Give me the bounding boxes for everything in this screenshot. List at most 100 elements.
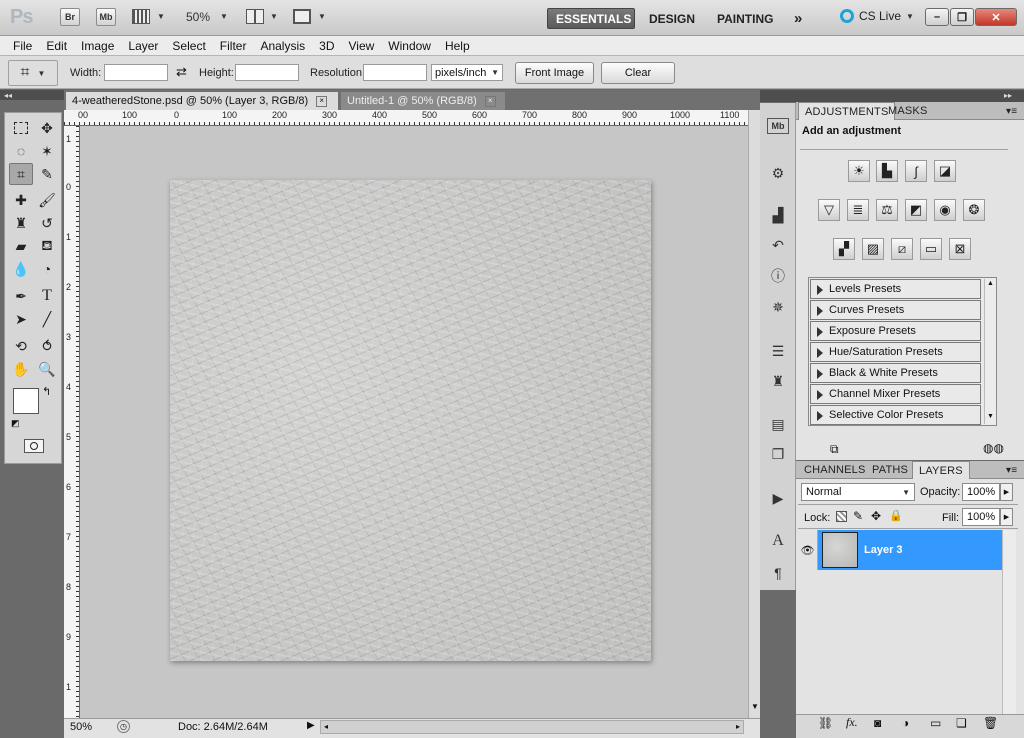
- vibrance-icon[interactable]: ▽: [818, 199, 840, 221]
- brush-tool-icon[interactable]: 🖌: [35, 189, 59, 211]
- close-button[interactable]: ✕: [975, 8, 1017, 26]
- scroll-down-icon[interactable]: ▼: [751, 702, 759, 711]
- preset-hue-saturation[interactable]: Hue/Saturation Presets: [810, 342, 981, 362]
- document-tab-untitled[interactable]: Untitled-1 @ 50% (RGB/8) ×: [341, 92, 505, 110]
- fill-input[interactable]: 100%: [962, 508, 1000, 526]
- scroll-right-icon[interactable]: ▸: [736, 722, 740, 731]
- vertical-scrollbar[interactable]: ▼: [748, 110, 760, 718]
- photo-filter-icon[interactable]: ◉: [934, 199, 956, 221]
- panel-menu-icon[interactable]: ▾≡: [1000, 102, 1023, 120]
- swap-dimensions-icon[interactable]: ⇄: [176, 64, 187, 80]
- character-panel-icon[interactable]: A: [767, 530, 789, 552]
- screen-mode-icon[interactable]: [293, 9, 311, 24]
- clear-button[interactable]: Clear: [601, 62, 675, 84]
- lock-pixels-icon[interactable]: ✎: [853, 509, 863, 523]
- exposure-icon[interactable]: ◪: [934, 160, 956, 182]
- resolution-input[interactable]: [363, 64, 427, 81]
- tab-layers[interactable]: LAYERS: [912, 461, 970, 479]
- menu-3d[interactable]: 3D: [312, 39, 341, 53]
- expand-icon[interactable]: ▸▸: [1004, 91, 1012, 100]
- curves-icon[interactable]: ∫: [905, 160, 927, 182]
- levels-icon[interactable]: ▙: [876, 160, 898, 182]
- blend-mode-select[interactable]: Normal ▼: [801, 483, 915, 501]
- delete-layer-icon[interactable]: 🗑: [983, 716, 998, 730]
- tab-paths[interactable]: PATHS: [866, 461, 914, 479]
- lock-position-icon[interactable]: ✥: [871, 509, 881, 523]
- lasso-tool-icon[interactable]: ◌: [9, 140, 33, 162]
- 3d-rotate-tool-icon[interactable]: ⟲: [9, 335, 33, 357]
- height-input[interactable]: [235, 64, 299, 81]
- pen-tool-icon[interactable]: ✒: [9, 285, 33, 307]
- width-input[interactable]: [104, 64, 168, 81]
- menu-view[interactable]: View: [341, 39, 381, 53]
- eyedropper-tool-icon[interactable]: ✎: [35, 163, 59, 185]
- panel-menu-icon[interactable]: ▾≡: [1000, 461, 1023, 479]
- layer-comps-panel-icon[interactable]: ❐: [767, 443, 789, 465]
- tool-preset-picker[interactable]: ⌗ ▼: [8, 60, 58, 86]
- status-zoom-level[interactable]: 50%: [70, 721, 92, 733]
- preset-selective-color[interactable]: Selective Color Presets: [810, 405, 981, 425]
- resolution-unit-select[interactable]: pixels/inch ▼: [431, 64, 503, 81]
- preset-levels[interactable]: Levels Presets: [810, 279, 981, 299]
- add-mask-icon[interactable]: ◙: [874, 716, 881, 730]
- layer-visibility-eye-icon[interactable]: 👁: [798, 530, 818, 570]
- path-selection-tool-icon[interactable]: ➤: [9, 308, 33, 330]
- opacity-input[interactable]: 100%: [962, 483, 1000, 501]
- document-tab-weathered-stone[interactable]: 4-weatheredStone.psd @ 50% (Layer 3, RGB…: [66, 92, 338, 110]
- type-tool-icon[interactable]: T: [35, 285, 59, 307]
- cs-live-button[interactable]: CS Live ▼: [840, 9, 914, 23]
- scroll-up-icon[interactable]: ▲: [987, 280, 994, 287]
- bridge-button[interactable]: Br: [60, 8, 80, 26]
- preset-exposure[interactable]: Exposure Presets: [810, 321, 981, 341]
- clone-source-panel-icon[interactable]: ♜: [767, 370, 789, 392]
- menu-select[interactable]: Select: [165, 39, 212, 53]
- lock-transparency-icon[interactable]: [836, 511, 847, 522]
- preset-black-white[interactable]: Black & White Presets: [810, 363, 981, 383]
- crop-tool-icon[interactable]: ⌗: [9, 163, 33, 185]
- minimize-button[interactable]: –: [925, 8, 949, 26]
- swap-colors-icon[interactable]: ↰: [42, 385, 51, 398]
- brush-presets-panel-icon[interactable]: ☰: [767, 340, 789, 362]
- preset-curves[interactable]: Curves Presets: [810, 300, 981, 320]
- info-panel-icon[interactable]: ⓘ: [767, 265, 789, 287]
- workspace-painting-button[interactable]: PAINTING: [709, 8, 781, 29]
- front-image-button[interactable]: Front Image: [515, 62, 594, 84]
- scroll-down-icon[interactable]: ▼: [987, 413, 994, 420]
- move-tool-icon[interactable]: ✥: [35, 117, 59, 139]
- clip-to-layer-icon[interactable]: ⧉: [830, 442, 839, 457]
- preset-channel-mixer[interactable]: Channel Mixer Presets: [810, 384, 981, 404]
- mini-bridge-panel-icon[interactable]: Mb: [767, 118, 789, 134]
- menu-layer[interactable]: Layer: [121, 39, 165, 53]
- workspace-design-button[interactable]: DESIGN: [641, 8, 703, 29]
- zoom-tool-icon[interactable]: 🔍: [35, 358, 59, 380]
- menu-edit[interactable]: Edit: [39, 39, 74, 53]
- selective-color-icon[interactable]: ⊠: [949, 238, 971, 260]
- close-tab-icon[interactable]: ×: [484, 95, 496, 107]
- lock-all-icon[interactable]: 🔒: [889, 509, 903, 522]
- paint-bucket-tool-icon[interactable]: ⛾: [35, 235, 59, 257]
- mini-bridge-button[interactable]: Mb: [96, 8, 116, 26]
- document-canvas-stone-texture[interactable]: [170, 180, 651, 661]
- color-balance-icon[interactable]: ⚖: [876, 199, 898, 221]
- chevron-down-icon[interactable]: ▼: [220, 12, 228, 21]
- menu-analysis[interactable]: Analysis: [253, 39, 312, 53]
- layers-scrollbar[interactable]: [1002, 530, 1016, 714]
- 3d-orbit-tool-icon[interactable]: ⥀: [35, 335, 59, 357]
- histogram-panel-icon[interactable]: ▟: [767, 204, 789, 226]
- brightness-contrast-icon[interactable]: ☀: [848, 160, 870, 182]
- more-workspaces-button[interactable]: »: [786, 8, 810, 29]
- zoom-level-select[interactable]: 50%: [186, 10, 210, 24]
- collapse-icon[interactable]: ◂◂: [4, 91, 12, 100]
- marquee-tool-icon[interactable]: [9, 117, 33, 139]
- magic-wand-tool-icon[interactable]: ✶: [35, 140, 59, 162]
- tab-channels[interactable]: CHANNELS: [798, 461, 872, 479]
- view-extras-icon[interactable]: [132, 9, 150, 24]
- new-adjustment-layer-icon[interactable]: ◑: [902, 716, 909, 730]
- status-info-icon[interactable]: ◷: [117, 720, 130, 733]
- layer-style-fx-icon[interactable]: fx.: [846, 715, 858, 730]
- menu-help[interactable]: Help: [438, 39, 477, 53]
- line-tool-icon[interactable]: ╱: [35, 308, 59, 330]
- channel-mixer-icon[interactable]: ❂: [963, 199, 985, 221]
- invert-icon[interactable]: ▞: [833, 238, 855, 260]
- chevron-down-icon[interactable]: ▼: [318, 12, 326, 21]
